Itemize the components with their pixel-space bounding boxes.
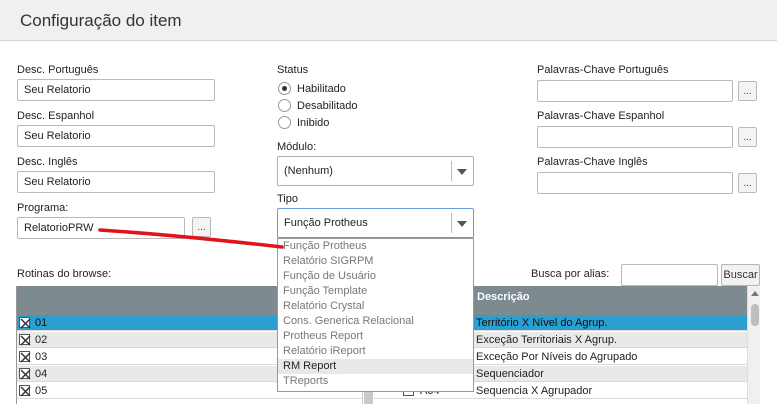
status-radio-inibido[interactable]: Inibido	[278, 116, 329, 129]
search-alias-input[interactable]	[621, 264, 718, 286]
kw-ingles-lookup-button[interactable]: ...	[738, 173, 757, 193]
window-title: Configuração do item	[20, 11, 182, 30]
kw-espanhol-lookup-button[interactable]: ...	[738, 127, 757, 147]
modulo-value: (Nenhum)	[284, 165, 333, 177]
select-separator	[451, 213, 452, 233]
tipo-option[interactable]: Função Protheus	[278, 239, 473, 254]
radio-unselected-icon	[278, 116, 291, 129]
kw-espanhol-input[interactable]	[537, 126, 733, 148]
checkbox-checked-icon[interactable]	[19, 351, 31, 363]
tipo-value: Função Protheus	[284, 217, 368, 229]
checkbox-checked-icon[interactable]	[19, 368, 31, 380]
row-description: Exceção Territoriais X Agrup.	[476, 334, 618, 346]
desc-ingles-label: Desc. Inglês	[17, 156, 78, 168]
scroll-up-arrow-icon[interactable]	[751, 291, 759, 296]
status-radio-habilitado[interactable]: Habilitado	[278, 82, 346, 95]
tipo-option[interactable]: TReports	[278, 374, 473, 389]
checkbox-checked-icon[interactable]	[19, 334, 31, 346]
radio-unselected-icon	[278, 99, 291, 112]
modulo-select[interactable]: (Nenhum)	[277, 156, 474, 186]
status-option-label: Habilitado	[297, 82, 346, 95]
programa-label: Programa:	[17, 202, 69, 214]
tipo-option-hovered[interactable]: RM Report	[278, 359, 473, 374]
tipo-option[interactable]: Relatório Crystal	[278, 299, 473, 314]
select-separator	[451, 161, 452, 181]
tipo-label: Tipo	[277, 193, 298, 205]
desc-espanhol-input[interactable]: Seu Relatorio	[17, 125, 215, 147]
programa-lookup-button[interactable]: ...	[192, 217, 211, 237]
checkbox-checked-icon[interactable]	[19, 317, 31, 329]
browse-label: Rotinas do browse:	[17, 268, 112, 280]
status-label: Status	[277, 64, 309, 76]
kw-portugues-input[interactable]	[537, 80, 733, 102]
tipo-option[interactable]: Relatório SIGRPM	[278, 254, 473, 269]
chevron-down-icon	[457, 169, 467, 175]
modulo-label: Módulo:	[277, 141, 317, 153]
tipo-option[interactable]: Cons. Generica Relacional	[278, 314, 473, 329]
search-alias-label: Busca por alias:	[531, 268, 610, 280]
search-button[interactable]: Buscar	[721, 264, 760, 286]
desc-portugues-input[interactable]: Seu Relatorio	[17, 79, 215, 101]
checkbox-checked-icon[interactable]	[19, 385, 31, 397]
kw-portugues-lookup-button[interactable]: ...	[738, 81, 757, 101]
tipo-option[interactable]: Relatório iReport	[278, 344, 473, 359]
radio-selected-icon	[278, 82, 291, 95]
tipo-option[interactable]: Função Template	[278, 284, 473, 299]
row-description: Exceção Por Níveis do Agrupado	[476, 351, 638, 363]
kw-ingles-input[interactable]	[537, 172, 733, 194]
description-column-header[interactable]: Descrição	[473, 286, 530, 315]
row-description: Sequenciador	[476, 368, 544, 380]
desc-portugues-label: Desc. Português	[17, 64, 99, 76]
tipo-dropdown-list: Função Protheus Relatório SIGRPM Função …	[277, 238, 474, 392]
row-description: Território X Nível do Agrup.	[476, 317, 608, 329]
row-description: Sequencia X Agrupador	[476, 385, 593, 397]
scrollbar-thumb[interactable]	[751, 304, 759, 326]
chevron-down-icon	[457, 221, 467, 227]
programa-input[interactable]: RelatorioPRW	[17, 217, 185, 239]
kw-espanhol-label: Palavras-Chave Espanhol	[537, 110, 665, 122]
desc-ingles-input[interactable]: Seu Relatorio	[17, 171, 215, 193]
tipo-option[interactable]: Função de Usuário	[278, 269, 473, 284]
vertical-scrollbar[interactable]	[747, 286, 760, 404]
kw-portugues-label: Palavras-Chave Português	[537, 64, 669, 76]
status-option-label: Desabilitado	[297, 99, 358, 112]
tipo-option[interactable]: Protheus Report	[278, 329, 473, 344]
kw-ingles-label: Palavras-Chave Inglês	[537, 156, 648, 168]
desc-espanhol-label: Desc. Espanhol	[17, 110, 95, 122]
status-option-label: Inibido	[297, 116, 330, 129]
status-radio-desabilitado[interactable]: Desabilitado	[278, 99, 358, 112]
tipo-select[interactable]: Função Protheus	[277, 208, 474, 238]
